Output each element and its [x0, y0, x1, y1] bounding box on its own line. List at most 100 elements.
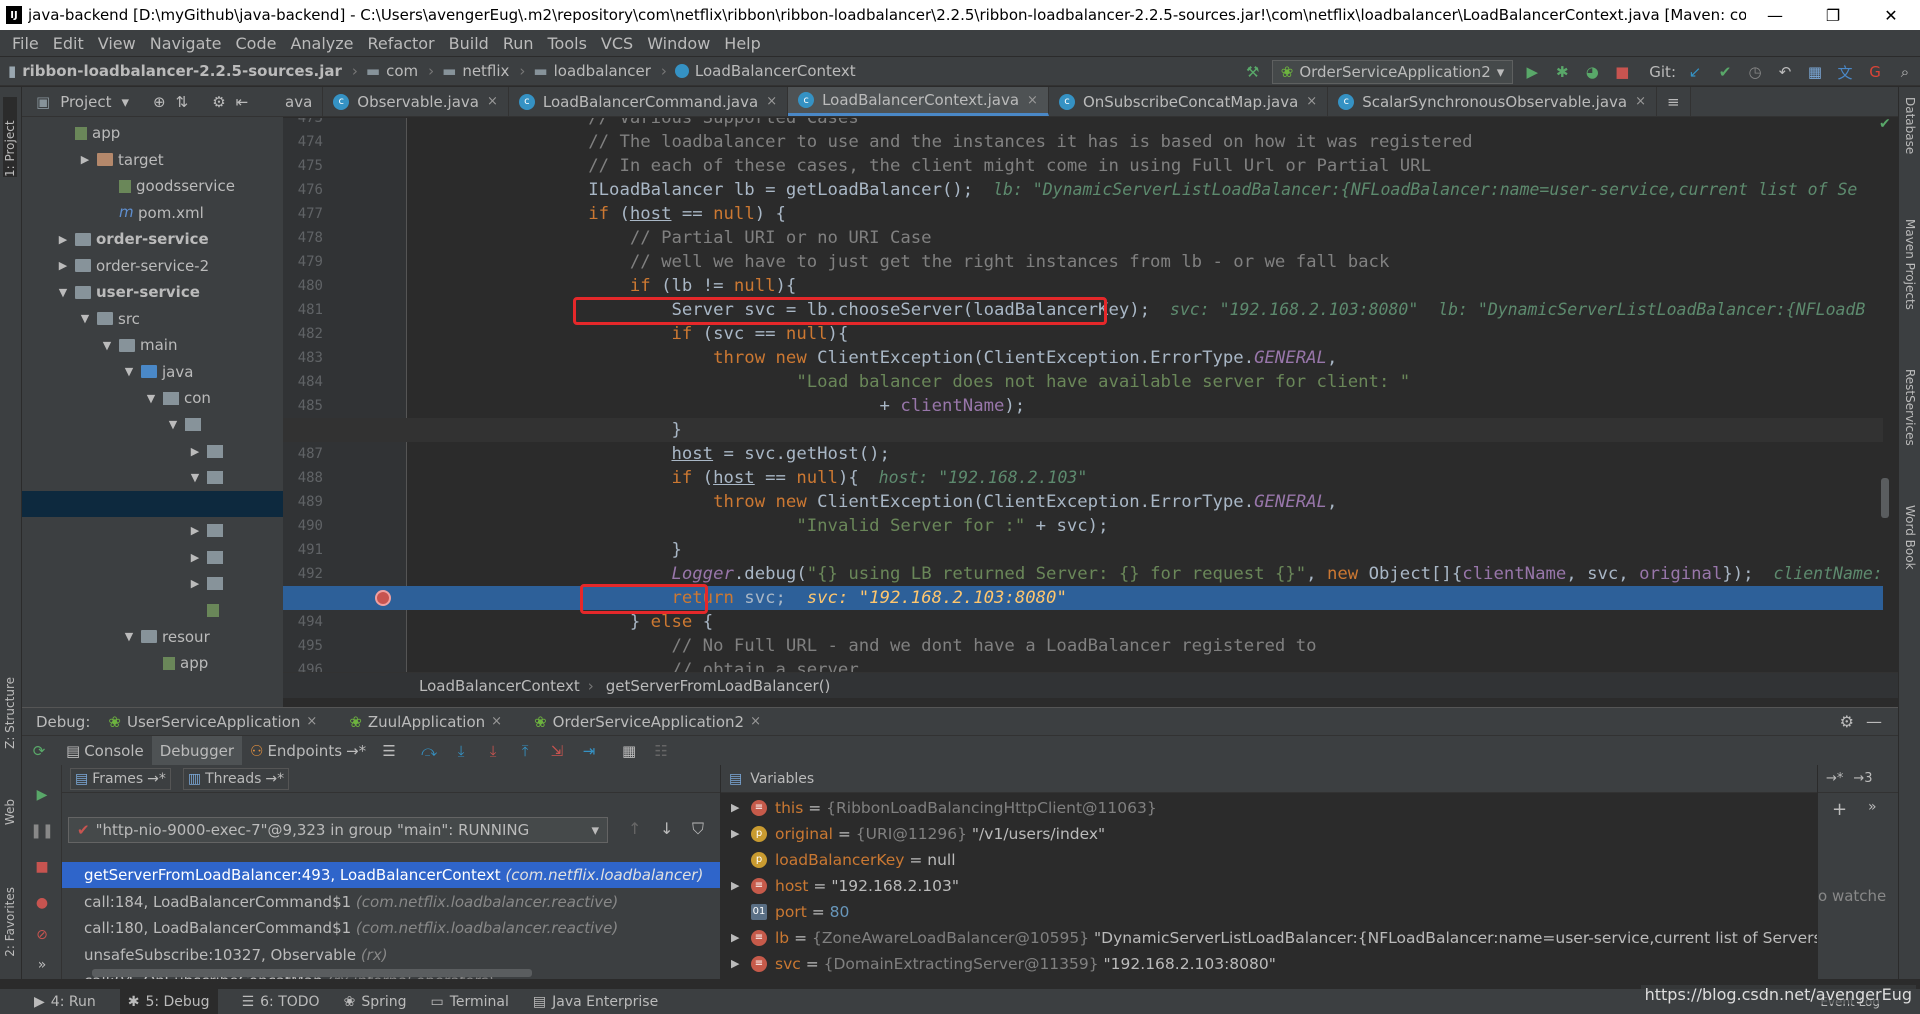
- tree-item[interactable]: ▶: [22, 438, 283, 464]
- bottom-tool-spring[interactable]: ❀ Spring: [344, 994, 407, 1010]
- web-tool-button[interactable]: Web: [3, 799, 17, 825]
- tree-item[interactable]: goodsservice: [22, 173, 283, 199]
- menu-view[interactable]: View: [92, 34, 144, 53]
- variable-row[interactable]: ▶ ≡ host = "192.168.2.103": [721, 873, 1817, 899]
- collapsed-arrow-icon[interactable]: ▶: [56, 259, 70, 272]
- bottom-tool-6-todo[interactable]: ☰ 6: TODO: [242, 994, 320, 1010]
- project-structure-icon[interactable]: ▦: [1804, 61, 1826, 83]
- close-icon[interactable]: ×: [487, 94, 498, 109]
- breadcrumb-jar[interactable]: ▮ ribbon-loadbalancer-2.2.5-sources.jar ›: [8, 62, 358, 80]
- menu-navigate[interactable]: Navigate: [144, 34, 230, 53]
- breakpoint-icon[interactable]: [375, 590, 391, 606]
- tree-item[interactable]: ▼: [22, 465, 283, 491]
- step-out-icon[interactable]: ⤒: [514, 740, 536, 762]
- menu-refactor[interactable]: Refactor: [362, 34, 443, 53]
- menu-edit[interactable]: Edit: [47, 34, 92, 53]
- step-into-icon[interactable]: ⤓: [450, 740, 472, 762]
- close-icon[interactable]: ×: [1635, 94, 1646, 109]
- expand-arrow-icon[interactable]: ▶: [731, 873, 739, 899]
- drop-frame-icon[interactable]: ⇲: [546, 740, 568, 762]
- resume-icon[interactable]: ▶: [32, 785, 52, 805]
- stack-frame[interactable]: call:184, LoadBalancerCommand$1 (com.net…: [62, 889, 720, 915]
- close-icon[interactable]: ×: [491, 714, 502, 729]
- close-icon[interactable]: ×: [1306, 94, 1317, 109]
- editor-tab[interactable]: c LoadBalancerContext.java ×: [788, 87, 1049, 116]
- favorites-tool-button[interactable]: 2: Favorites: [3, 887, 17, 957]
- expand-arrow-icon[interactable]: ▶: [731, 795, 739, 821]
- editor-tab[interactable]: c LoadBalancerCommand.java ×: [509, 87, 789, 116]
- editor-tab[interactable]: c OnSubscribeConcatMap.java ×: [1049, 87, 1329, 116]
- minimize-button[interactable]: —: [1746, 0, 1804, 30]
- expanded-arrow-icon[interactable]: ▼: [56, 286, 70, 299]
- build-hammer-icon[interactable]: ⚒: [1242, 61, 1264, 83]
- view-breakpoints-icon[interactable]: ●: [32, 893, 52, 913]
- frame-nav-up-icon[interactable]: ↑: [628, 819, 641, 838]
- breadcrumb-class[interactable]: LoadBalancerContext: [674, 62, 856, 80]
- tree-item[interactable]: ▶ order-service: [22, 226, 283, 252]
- breadcrumb-netflix[interactable]: ▬ netflix ›: [442, 62, 525, 80]
- editor-tab[interactable]: c ScalarSynchronousObservable.java ×: [1328, 87, 1657, 116]
- trace-icon[interactable]: ☷: [650, 740, 672, 762]
- tree-item[interactable]: ▶: [22, 571, 283, 597]
- tree-item[interactable]: [22, 677, 283, 703]
- menu-file[interactable]: File: [6, 34, 47, 53]
- locate-icon[interactable]: ⊕: [153, 93, 166, 111]
- run-icon[interactable]: ▶: [1521, 61, 1543, 83]
- expanded-arrow-icon[interactable]: ▼: [166, 418, 180, 431]
- structure-tool-button[interactable]: Z: Structure: [3, 677, 17, 749]
- search-icon[interactable]: ⌕: [1894, 61, 1916, 83]
- mute-breakpoints-icon[interactable]: ⊘: [32, 925, 52, 945]
- frames-scrollbar[interactable]: [92, 969, 532, 977]
- tree-item[interactable]: ▼ con: [22, 385, 283, 411]
- tree-item[interactable]: ▶: [22, 544, 283, 570]
- force-step-into-icon[interactable]: ⤓: [482, 740, 504, 762]
- project-tool-button[interactable]: 1: Project: [3, 97, 17, 177]
- tree-item[interactable]: ▼ java: [22, 359, 283, 385]
- tabs-overflow-icon[interactable]: ≡: [1657, 87, 1691, 116]
- filter-icon[interactable]: ⛉: [692, 819, 704, 839]
- editor-crumb-method[interactable]: getServerFromLoadBalancer(): [606, 677, 831, 695]
- expanded-arrow-icon[interactable]: ▼: [122, 630, 136, 643]
- git-commit-icon[interactable]: ✔: [1714, 61, 1736, 83]
- tree-item[interactable]: app: [22, 650, 283, 676]
- menu-help[interactable]: Help: [718, 34, 768, 53]
- stack-frame[interactable]: call:180, LoadBalancerCommand$1 (com.net…: [62, 915, 720, 941]
- more-icon[interactable]: »: [32, 955, 52, 975]
- menu-vcs[interactable]: VCS: [595, 34, 641, 53]
- close-icon[interactable]: ×: [306, 714, 317, 729]
- git-update-icon[interactable]: ↙: [1684, 61, 1706, 83]
- editor-tab[interactable]: c Observable.java ×: [323, 87, 509, 116]
- rerun-icon[interactable]: ⟳: [28, 740, 50, 762]
- tree-item[interactable]: ▼ resour: [22, 624, 283, 650]
- debug-icon[interactable]: ✱: [1551, 61, 1573, 83]
- database-tool-button[interactable]: Database: [1903, 97, 1917, 154]
- collapsed-arrow-icon[interactable]: ▶: [188, 551, 202, 564]
- tree-item[interactable]: ▼: [22, 412, 283, 438]
- add-watch-icon[interactable]: +: [1832, 799, 1847, 820]
- menu-build[interactable]: Build: [443, 34, 497, 53]
- close-icon[interactable]: ×: [1027, 93, 1038, 108]
- threads-tab[interactable]: ▥ Threads →*: [182, 767, 290, 790]
- breadcrumb-loadbalancer[interactable]: ▬ loadbalancer ›: [533, 62, 666, 80]
- more-icon[interactable]: »: [1868, 799, 1877, 815]
- endpoints-tab[interactable]: ⚇ Endpoints →*: [242, 736, 374, 766]
- gear-icon[interactable]: ⚙: [1840, 712, 1854, 731]
- menu-analyze[interactable]: Analyze: [284, 34, 361, 53]
- variable-row[interactable]: ▶ ≡ this = {RibbonLoadBalancingHttpClient@…: [721, 795, 1817, 821]
- word-book-tool-button[interactable]: Word Book: [1903, 505, 1917, 570]
- editor-tab[interactable]: ava: [283, 87, 324, 116]
- bottom-tool-5-debug[interactable]: ✱ 5: Debug: [119, 988, 218, 1014]
- close-button[interactable]: ✕: [1862, 0, 1920, 30]
- pause-icon[interactable]: ❚❚: [30, 821, 53, 841]
- debug-session-zuul[interactable]: ❀ ZuulApplication ×: [331, 713, 516, 731]
- maven-tool-button[interactable]: Maven Projects: [1903, 219, 1917, 310]
- collapsed-arrow-icon[interactable]: ▶: [188, 577, 202, 590]
- menu-run[interactable]: Run: [497, 34, 542, 53]
- debug-session-userservice[interactable]: ❀ UserServiceApplication ×: [90, 713, 331, 731]
- bottom-tool-4-run[interactable]: ▶ 4: Run: [34, 994, 96, 1010]
- expanded-arrow-icon[interactable]: ▼: [144, 392, 158, 405]
- debug-session-orderservice2[interactable]: ❀ OrderServiceApplication2 ×: [516, 713, 775, 731]
- project-view-select[interactable]: Project: [60, 93, 111, 111]
- variable-row[interactable]: ▶ p original = {URI@11296} "/v1/users/inde…: [721, 821, 1817, 847]
- tree-item[interactable]: [22, 597, 283, 623]
